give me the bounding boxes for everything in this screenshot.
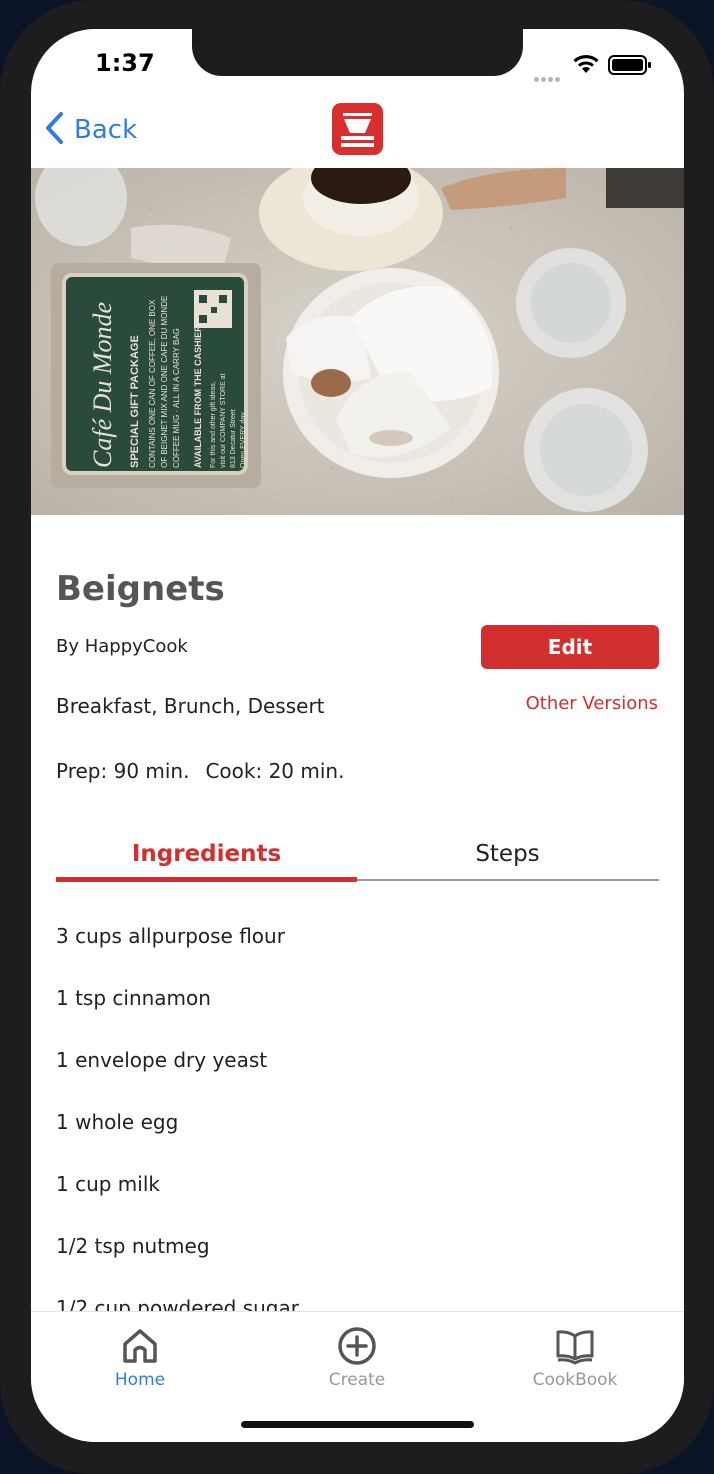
svg-text:OF BEIGNET MIX AND ONE CAFE DU: OF BEIGNET MIX AND ONE CAFE DU MONDE	[160, 296, 169, 468]
tabbar-create[interactable]: Create	[287, 1326, 427, 1390]
active-tab-indicator	[56, 877, 357, 882]
back-label: Back	[74, 115, 138, 145]
cook-time: Cook: 20 min.	[205, 759, 345, 783]
back-button[interactable]: Back	[44, 111, 137, 149]
tabbar-home-label: Home	[114, 1370, 166, 1390]
prep-time: Prep: 90 min.	[56, 759, 190, 783]
status-time: 1:37	[95, 49, 155, 77]
recipe-times: Prep: 90 min. Cook: 20 min.	[56, 759, 344, 783]
wifi-icon	[572, 53, 600, 79]
tab-ingredients[interactable]: Ingredients	[56, 834, 357, 878]
book-icon	[554, 1330, 596, 1370]
svg-text:AVAILABLE FROM THE CASHIER!: AVAILABLE FROM THE CASHIER!	[193, 322, 203, 468]
tabbar-home[interactable]: Home	[70, 1326, 210, 1390]
recipe-photo: Café Du Monde SPECIAL GIFT PACKAGE CONTA…	[31, 168, 684, 515]
svg-text:COFFEE MUG · ALL IN A CARRY BA: COFFEE MUG · ALL IN A CARRY BAG	[172, 328, 181, 468]
svg-text:CONTAINS ONE CAN OF COFFEE, ON: CONTAINS ONE CAN OF COFFEE, ONE BOX	[148, 299, 157, 468]
svg-text:For this and other gift ideas,: For this and other gift ideas,	[210, 381, 217, 468]
recipe-tabs: Ingredients Steps	[56, 834, 659, 882]
recipe-author: By HappyCook	[56, 636, 188, 657]
edit-button[interactable]: Edit	[481, 625, 659, 669]
other-versions-link[interactable]: Other Versions	[526, 693, 658, 714]
recipe-categories: Breakfast, Brunch, Dessert	[56, 694, 325, 718]
tab-steps[interactable]: Steps	[357, 834, 658, 878]
ingredient-item: 3 cups allpurpose flour	[56, 924, 285, 948]
svg-text:Open EVERY day: Open EVERY day	[240, 412, 247, 468]
ingredient-item: 1 whole egg	[56, 1110, 179, 1134]
tabbar-cookbook[interactable]: CookBook	[505, 1326, 645, 1390]
app-screen: 1:37 Back Café Du Monde SPECIAL GIFT PAC…	[31, 29, 684, 1442]
home-indicator[interactable]	[241, 1421, 474, 1428]
ingredient-item: 1/2 tsp nutmeg	[56, 1234, 210, 1258]
ingredient-item: 1 tsp cinnamon	[56, 986, 211, 1010]
recipe-box-logo-icon	[332, 103, 383, 155]
ingredients-list[interactable]: 3 cups allpurpose flour 1 tsp cinnamon 1…	[56, 909, 659, 1311]
add-circle-icon	[336, 1327, 378, 1370]
chevron-left-icon	[44, 111, 66, 149]
ingredient-item: 1 cup milk	[56, 1172, 160, 1196]
svg-text:SPECIAL GIFT PACKAGE: SPECIAL GIFT PACKAGE	[129, 335, 141, 468]
ingredient-item: 1 envelope dry yeast	[56, 1048, 268, 1072]
svg-text:813 Decatur Street: 813 Decatur Street	[230, 409, 237, 468]
cellular-signal-icon	[534, 67, 562, 86]
svg-text:Café Du Monde: Café Du Monde	[88, 302, 117, 468]
ingredient-item: 1/2 cup powdered sugar	[56, 1296, 299, 1311]
battery-icon	[608, 55, 652, 79]
svg-text:visit our COMPANY STORE at: visit our COMPANY STORE at	[220, 373, 227, 468]
tabbar-cookbook-label: CookBook	[532, 1370, 618, 1390]
tabbar-create-label: Create	[328, 1370, 386, 1390]
recipe-title: Beignets	[56, 569, 225, 609]
device-frame: 1:37 Back Café Du Monde SPECIAL GIFT PAC…	[0, 0, 714, 1474]
device-notch	[192, 29, 523, 76]
home-icon	[120, 1329, 160, 1370]
